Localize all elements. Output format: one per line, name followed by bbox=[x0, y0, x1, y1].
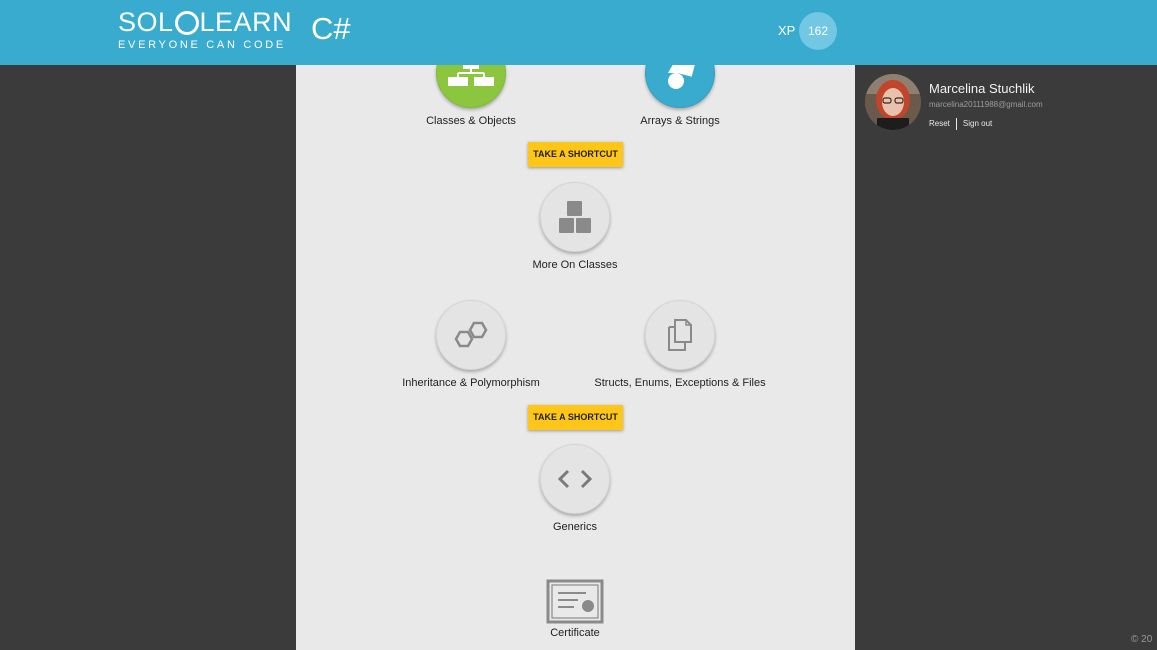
module-circle[interactable] bbox=[645, 300, 715, 370]
copyright: © 20 bbox=[1131, 634, 1153, 645]
class-diagram-icon bbox=[448, 65, 494, 86]
course-map-panel: Classes & Objects Arrays & Strings TAKE … bbox=[296, 65, 855, 650]
module-label: Classes & Objects bbox=[426, 115, 516, 127]
take-shortcut-button[interactable]: TAKE A SHORTCUT bbox=[528, 405, 623, 430]
module-label: Arrays & Strings bbox=[640, 115, 720, 127]
logo-tagline: EVERYONE CAN CODE bbox=[118, 39, 286, 51]
take-shortcut-button[interactable]: TAKE A SHORTCUT bbox=[528, 142, 623, 167]
module-label: More On Classes bbox=[532, 259, 618, 271]
module-generics[interactable]: Generics bbox=[465, 444, 685, 533]
user-email: marcelina20111988@gmail.com bbox=[929, 100, 1043, 109]
shapes-icon bbox=[668, 65, 696, 89]
module-inheritance-polymorphism[interactable]: Inheritance & Polymorphism bbox=[361, 300, 581, 389]
logo-text-learn: LEARN bbox=[199, 7, 293, 37]
user-actions: Reset Sign out bbox=[929, 118, 992, 130]
module-label: Generics bbox=[552, 521, 598, 533]
certificate[interactable]: Certificate bbox=[465, 579, 685, 639]
top-header: SOL LEARN EVERYONE CAN CODE C# XP 162 bbox=[0, 0, 1157, 65]
module-arrays-strings[interactable]: Arrays & Strings bbox=[570, 65, 790, 127]
module-classes-objects[interactable]: Classes & Objects bbox=[361, 65, 581, 127]
module-label: Inheritance & Polymorphism bbox=[402, 377, 540, 389]
module-more-on-classes[interactable]: More On Classes bbox=[465, 182, 685, 271]
certificate-label: Certificate bbox=[550, 627, 600, 639]
sololearn-logo[interactable]: SOL LEARN EVERYONE CAN CODE bbox=[118, 7, 293, 52]
divider bbox=[955, 118, 957, 130]
module-circle[interactable] bbox=[540, 182, 610, 252]
module-circle[interactable] bbox=[645, 65, 715, 108]
hexagons-icon bbox=[454, 321, 488, 348]
logo-ring-icon bbox=[174, 10, 199, 35]
reset-link[interactable]: Reset bbox=[929, 119, 950, 128]
code-brackets-icon bbox=[557, 469, 593, 489]
module-circle[interactable] bbox=[540, 444, 610, 514]
module-circle[interactable] bbox=[436, 300, 506, 370]
profile-photo bbox=[865, 74, 921, 130]
sign-out-link[interactable]: Sign out bbox=[963, 119, 992, 128]
files-icon bbox=[668, 319, 692, 351]
stacked-boxes-icon bbox=[559, 201, 591, 233]
module-label: Structs, Enums, Exceptions & Files bbox=[594, 377, 766, 389]
logo-text-sol: SOL bbox=[118, 7, 174, 37]
module-circle[interactable] bbox=[436, 65, 506, 108]
module-structs-enums-exceptions-files[interactable]: Structs, Enums, Exceptions & Files bbox=[570, 300, 790, 389]
xp-badge: 162 bbox=[799, 12, 837, 50]
certificate-icon[interactable] bbox=[546, 579, 604, 624]
xp-label: XP bbox=[778, 23, 796, 38]
course-title: C# bbox=[311, 11, 351, 46]
user-name: Marcelina Stuchlik bbox=[929, 81, 1035, 96]
avatar[interactable] bbox=[865, 74, 921, 130]
